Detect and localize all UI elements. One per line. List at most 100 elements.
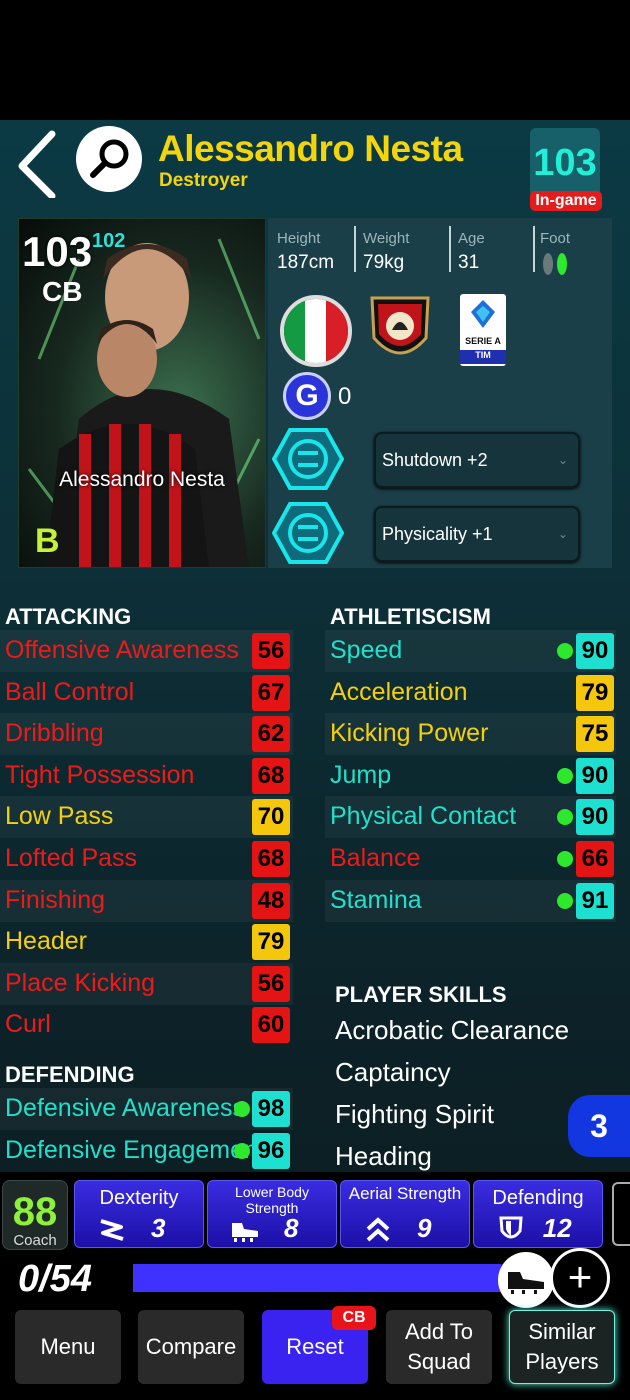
stat-value: 96 xyxy=(252,1132,290,1169)
back-button[interactable] xyxy=(14,128,64,200)
stat-value: 68 xyxy=(252,757,290,794)
stat-value: 67 xyxy=(252,674,290,711)
nationality-flag[interactable] xyxy=(280,295,352,367)
age-label: Age xyxy=(458,230,485,247)
stat-name: Speed xyxy=(330,636,403,664)
training-lower-body-button[interactable]: Lower Body Strength 8 xyxy=(207,1180,337,1248)
stat-name: Defensive Engagement xyxy=(5,1135,265,1164)
training-defending-button[interactable]: Defending 12 xyxy=(473,1180,603,1248)
height-label: Height xyxy=(277,230,321,247)
booster-2-value: Physicality +1 xyxy=(382,524,493,544)
overall-rating: 103 xyxy=(533,142,597,184)
stat-value: 91 xyxy=(576,882,614,919)
training-value: 8 xyxy=(283,1213,299,1243)
foot-label: Foot xyxy=(540,230,571,247)
stat-row[interactable]: Offensive Awareness 56 xyxy=(0,630,293,672)
training-value: 3 xyxy=(150,1213,166,1243)
stat-value: 90 xyxy=(576,799,614,836)
menu-button[interactable]: Menu xyxy=(15,1310,121,1384)
club-crest-icon[interactable] xyxy=(368,292,432,368)
skills-count-badge[interactable]: 3 xyxy=(568,1095,630,1157)
app-root: Alessandro Nesta Destroyer 103 In-game 1… xyxy=(0,0,630,1400)
boot-icon xyxy=(508,1272,544,1294)
card-player-name: Alessandro Nesta xyxy=(59,468,225,491)
stat-value: 62 xyxy=(252,716,290,753)
stat-name: Kicking Power xyxy=(330,719,489,748)
card-rating: 103 xyxy=(22,228,93,275)
add-button[interactable]: + xyxy=(550,1248,610,1308)
stat-value: 79 xyxy=(252,924,290,961)
skill-item[interactable]: Captaincy xyxy=(335,1057,451,1088)
coach-value: 88 xyxy=(12,1190,58,1234)
stat-row[interactable]: Header 79 xyxy=(0,921,293,963)
stat-row[interactable]: Lofted Pass 68 xyxy=(0,838,293,880)
boost-dot-icon xyxy=(557,767,573,784)
g-badge[interactable]: G xyxy=(283,372,331,420)
stat-name: Balance xyxy=(330,844,421,872)
training-label: Dexterity xyxy=(99,1187,179,1209)
defending-title: DEFENDING xyxy=(5,1062,135,1087)
stat-row[interactable]: Kicking Power 75 xyxy=(325,713,616,756)
stat-value: 79 xyxy=(576,674,614,711)
stat-name: Ball Control xyxy=(5,677,135,706)
boot-button[interactable] xyxy=(498,1252,554,1308)
stat-value: 66 xyxy=(576,841,614,877)
stat-row[interactable]: Jump 90 xyxy=(325,755,616,797)
stat-row[interactable]: Balance 66 xyxy=(325,838,616,880)
stat-name: Tight Possession xyxy=(5,760,195,789)
stat-row[interactable]: Curl 60 xyxy=(0,1004,293,1046)
stat-name: Stamina xyxy=(330,885,422,914)
stat-row[interactable]: Finishing 48 xyxy=(0,879,293,922)
skill-item[interactable]: Acrobatic Clearance xyxy=(335,1015,569,1046)
booster-2-select[interactable]: Physicality +1 ⌄ xyxy=(374,506,580,562)
booster-2-icon[interactable] xyxy=(271,502,345,564)
stat-row[interactable]: Speed 90 xyxy=(325,630,616,672)
stat-row[interactable]: Dribbling 62 xyxy=(0,713,293,756)
stat-row[interactable]: Physical Contact 90 xyxy=(325,796,616,839)
compare-button[interactable]: Compare xyxy=(138,1310,244,1384)
stat-row[interactable]: Acceleration 79 xyxy=(325,672,616,714)
league-logo[interactable]: SERIE A TIM xyxy=(460,294,506,366)
training-more-button[interactable] xyxy=(612,1182,630,1246)
stat-value: 56 xyxy=(252,633,290,669)
league-name: SERIE A xyxy=(465,336,501,346)
booster-1-value: Shutdown +2 xyxy=(382,450,488,470)
divider xyxy=(533,226,535,272)
stat-name: Place Kicking xyxy=(5,968,156,997)
booster-1-icon[interactable] xyxy=(271,428,345,490)
weight-label: Weight xyxy=(363,230,410,247)
training-aerial-button[interactable]: Aerial Strength 9 xyxy=(340,1180,470,1248)
stat-row[interactable]: Defensive Awareness 98 xyxy=(0,1088,293,1130)
stat-row[interactable]: Low Pass 70 xyxy=(0,796,293,839)
stat-value: 70 xyxy=(252,799,290,836)
training-value: 12 xyxy=(542,1213,572,1243)
stat-row[interactable]: Stamina 91 xyxy=(325,879,616,922)
stat-row[interactable]: Tight Possession 68 xyxy=(0,755,293,797)
stat-value: 60 xyxy=(252,1007,290,1044)
boost-dot-icon xyxy=(234,1101,250,1117)
search-button[interactable] xyxy=(76,126,142,192)
stat-value: 98 xyxy=(252,1091,290,1127)
age-value: 31 xyxy=(458,252,480,273)
skill-item[interactable]: Fighting Spirit xyxy=(335,1099,494,1130)
reset-position-tag: CB xyxy=(332,1306,376,1330)
stat-name: Header xyxy=(5,927,87,956)
skill-item[interactable]: Heading xyxy=(335,1141,432,1172)
training-label: Aerial Strength xyxy=(348,1184,462,1203)
similar-players-button[interactable]: Similar Players xyxy=(509,1310,615,1384)
search-icon xyxy=(90,139,129,178)
stat-name: Acceleration xyxy=(330,677,468,706)
player-name: Alessandro Nesta xyxy=(158,128,463,169)
training-value: 9 xyxy=(416,1213,432,1243)
plus-icon: + xyxy=(567,1253,593,1300)
boost-dot-icon xyxy=(557,643,573,659)
stat-row[interactable]: Place Kicking 56 xyxy=(0,962,293,1005)
stat-row[interactable]: Defensive Engagement 96 xyxy=(0,1130,293,1172)
booster-1-select[interactable]: Shutdown +2 ⌄ xyxy=(374,432,580,488)
stat-value: 90 xyxy=(576,633,614,669)
add-to-squad-button[interactable]: Add To Squad xyxy=(386,1310,492,1384)
training-dexterity-button[interactable]: Dexterity 3 xyxy=(74,1180,204,1248)
divider xyxy=(449,226,451,272)
card-boosted-rating: 102 xyxy=(92,230,126,252)
stat-row[interactable]: Ball Control 67 xyxy=(0,672,293,714)
